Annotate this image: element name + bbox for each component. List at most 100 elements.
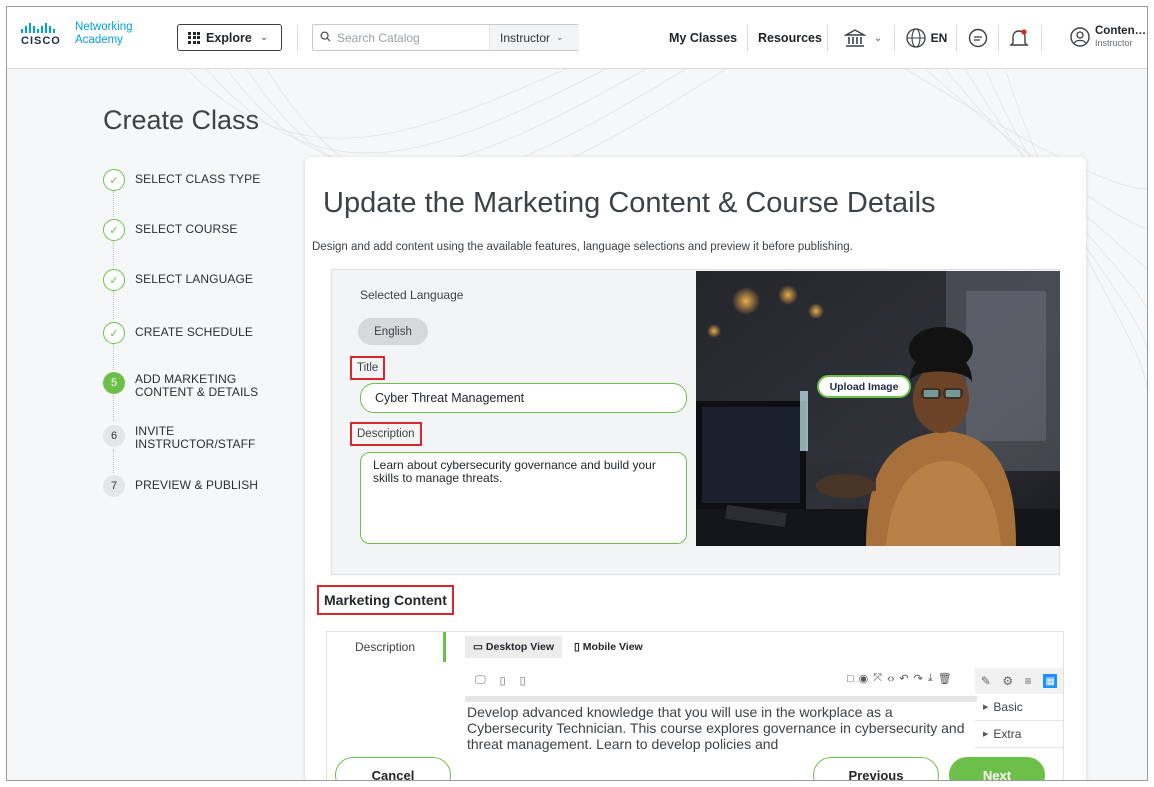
block-category-basic[interactable]: ▶ Basic [975,694,1063,721]
top-navigation: CISCO Networking Academy Explore ⌄ Instr… [7,7,1147,69]
step-connector [113,344,114,370]
block-category-extra[interactable]: ▶ Extra [975,721,1063,748]
layers-icon[interactable]: ≡ [1025,674,1032,688]
user-avatar-icon [1070,27,1090,47]
chat-icon [968,28,988,48]
desktop-device-icon[interactable]: 🖵 [475,674,486,687]
app-frame: CISCO Networking Academy Explore ⌄ Instr… [6,6,1148,781]
undo-icon[interactable]: ↶ [899,672,908,685]
brush-icon[interactable]: ✎ [981,674,991,688]
blocks-panel: ▶ Basic ▶ Extra [975,694,1063,748]
language-chip[interactable]: English [358,318,428,345]
explore-button[interactable]: Explore ⌄ [177,24,282,51]
cancel-button[interactable]: Cancel [335,757,451,780]
redo-icon[interactable]: ↷ [914,672,923,685]
card-subtitle: Design and add content using the availab… [312,241,853,253]
tab-mobile-view[interactable]: ▯ Mobile View [566,636,651,658]
institution-menu[interactable]: ⌄ [837,24,889,52]
tab-desktop-view[interactable]: ▭ Desktop View [465,636,563,658]
page-title: Create Class [103,105,260,135]
step-preview-publish[interactable]: 7 PREVIEW & PUBLISH [103,475,258,497]
block-category-label: Extra [993,727,1022,741]
role-select-value: Instructor [500,30,551,45]
marketing-body-text[interactable]: Develop advanced knowledge that you will… [467,704,967,752]
chevron-down-icon: ⌄ [556,32,564,42]
divider [998,25,999,51]
block-category-label: Basic [993,700,1023,714]
checkmark-icon: ✓ [103,269,125,291]
bell-icon [1009,29,1029,46]
code-icon[interactable]: ‹› [887,673,894,685]
step-connector [113,191,114,217]
next-button[interactable]: Next [949,757,1045,780]
divider [894,25,895,51]
editor-view-tabs: ▭ Desktop View ▯ Mobile View [465,636,651,658]
checkmark-icon: ✓ [103,322,125,344]
selected-language-label: Selected Language [360,288,464,302]
step-add-marketing-content[interactable]: 5 ADD MARKETING CONTENT & DETAILS [103,372,265,399]
divider [297,25,298,51]
tablet-device-icon[interactable]: ▯ [500,674,506,687]
search-bar: Instructor ⌄ [312,24,579,51]
desktop-icon: ▭ [473,641,483,653]
language-selector[interactable]: EN [900,24,952,52]
step-select-class-type[interactable]: ✓ SELECT CLASS TYPE [103,169,260,191]
settings-gear-icon[interactable]: ⚙ [1002,674,1013,688]
trash-icon[interactable]: 🗑 [938,672,952,685]
step-connector [113,291,114,319]
step-create-schedule[interactable]: ✓ CREATE SCHEDULE [103,322,253,344]
divider [827,25,828,51]
divider [747,25,748,51]
messages-button[interactable] [963,24,993,52]
description-label: Description [350,422,422,446]
nav-link-my-classes[interactable]: My Classes [669,31,737,45]
search-input[interactable] [337,30,477,45]
divider [956,25,957,51]
tab-label: Desktop View [485,641,555,653]
course-image [696,271,1060,546]
networking-academy-logo[interactable]: CISCO Networking Academy [21,21,161,55]
nav-link-resources[interactable]: Resources [758,31,822,45]
brand-name: Networking Academy [75,21,133,46]
device-switcher: 🖵 ▯ ▯ [475,674,526,687]
step-label: SELECT CLASS TYPE [135,172,261,186]
marketing-details-card: Update the Marketing Content & Course De… [305,157,1086,780]
card-heading: Update the Marketing Content & Course De… [323,187,936,219]
cisco-bars-icon [21,23,55,33]
step-invite-instructor[interactable]: 6 INVITE INSTRUCTOR/STAFF [103,425,265,451]
step-select-course[interactable]: ✓ SELECT COURSE [103,219,237,241]
square-icon[interactable]: □ [847,673,854,685]
tab-label: Mobile View [582,641,643,653]
step-label: INVITE INSTRUCTOR/STAFF [135,424,256,451]
marketing-content-heading: Marketing Content [317,585,454,615]
mobile-icon: ▯ [574,641,580,653]
notifications-button[interactable] [1004,24,1034,52]
step-label: SELECT LANGUAGE [135,272,253,286]
preview-eye-icon[interactable]: ◉ [859,672,869,685]
user-menu[interactable]: Content... Instructor [1067,22,1147,54]
checkmark-icon: ✓ [103,169,125,191]
title-input[interactable]: Cyber Threat Management [360,383,687,413]
title-label: Title [350,356,386,380]
chevron-down-icon: ⌄ [259,32,269,43]
upload-image-button[interactable]: Upload Image [817,375,911,398]
mobile-device-icon[interactable]: ▯ [520,674,526,687]
step-connector [113,449,114,473]
caret-right-icon: ▶ [983,704,989,711]
user-role: Instructor [1095,38,1133,48]
description-textarea[interactable]: Learn about cybersecurity governance and… [360,452,687,544]
editor-side-tab-description[interactable]: Description [327,632,446,662]
step-number: 7 [103,475,125,497]
step-connector [113,241,114,267]
fullscreen-icon[interactable]: ⤧ [873,672,882,685]
step-number: 5 [103,372,125,394]
step-label: PREVIEW & PUBLISH [135,478,259,492]
course-hero-image[interactable]: Upload Image [696,271,1060,546]
grid-icon [188,31,200,44]
download-icon[interactable]: ⤓ [928,672,933,685]
step-select-language[interactable]: ✓ SELECT LANGUAGE [103,269,253,291]
step-number: 6 [103,425,125,447]
role-select[interactable]: Instructor ⌄ [489,25,579,50]
previous-button[interactable]: Previous [813,757,939,780]
blocks-grid-icon[interactable]: ▦ [1043,674,1058,688]
